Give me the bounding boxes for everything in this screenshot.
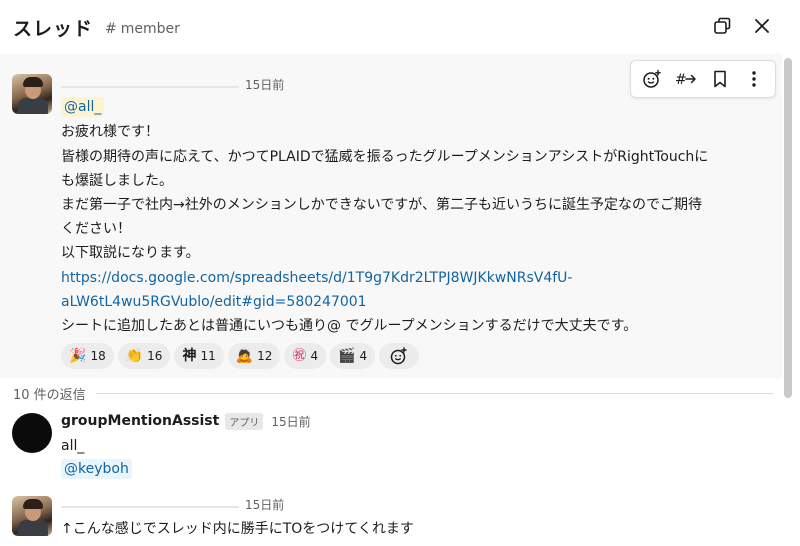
message-line-3: も爆誕しました。 [61,173,173,189]
reply1-timestamp[interactable]: 15日前 [271,413,310,430]
reaction-count: 12 [257,349,273,363]
reaction-count: 4 [359,349,368,363]
thread-title: スレッド [13,17,94,40]
more-actions[interactable] [739,64,769,94]
reaction-bar: 🎉 18 👏 16 神 11 🙇 12 ㊗ 4 🎬 4 [61,343,420,369]
reaction-count: 4 [310,349,319,363]
doc-link-line-1[interactable]: https://docs.google.com/spreadsheets/d/1… [61,266,572,290]
user-avatar[interactable] [12,496,52,536]
close-icon [755,19,769,33]
mention-keyboh[interactable]: @keyboh [61,459,132,479]
reaction-congrats[interactable]: ㊗ 4 [284,343,327,369]
message-line-5: ください！ [61,221,131,237]
message-last-line: シートに追加したあとは普通にいつも通り@ でグループメンションするだけで大丈夫で… [61,318,638,334]
bookmark-icon [714,70,726,88]
add-reaction-icon [390,347,407,365]
add-reaction-button[interactable] [379,343,420,369]
reaction-count: 16 [147,349,163,363]
reply2-name-line: 15日前 [61,495,284,513]
channel-name: member [120,20,180,37]
sender-name[interactable]: groupMentionAssist [61,413,219,429]
bow-icon: 🙇 [235,348,254,364]
hash-icon: # [105,20,117,37]
reply2-timestamp[interactable]: 15日前 [245,496,284,513]
reply1-mention-wrap: @keyboh [61,458,132,479]
reaction-clapper[interactable]: 🎬 4 [330,343,376,369]
mention-all-wrap: @all_ [61,96,105,117]
scrollbar[interactable] [784,58,792,398]
message-line-6: 以下取説になります。 [61,245,200,261]
mention-all[interactable]: @all_ [61,97,105,117]
svg-text:#: # [675,72,687,88]
parent-name-line: 15日前 [61,75,284,93]
user-avatar[interactable] [12,74,52,114]
forward-icon: # [675,72,696,88]
doc-link-line-2[interactable]: aLW6tL4wu5RGVublo/edit#gid=580247001 [61,290,367,314]
reply1-name-line: groupMentionAssist アプリ 15日前 [61,412,311,430]
reaction-kami[interactable]: 神 11 [174,343,224,369]
reaction-clap[interactable]: 👏 16 [117,343,171,369]
reply1-text: all_ [61,438,85,454]
replies-count: 10 件の返信 [13,387,86,403]
thread-header: スレッド # member [0,0,800,54]
popout-button[interactable] [709,13,735,39]
more-icon [752,71,756,87]
clap-icon: 👏 [125,348,144,364]
reaction-party[interactable]: 🎉 18 [61,343,114,369]
message-line-2: 皆様の期待の声に応えて、かつてPLAIDで猛威を振るったグループメンションアシス… [61,149,709,165]
clapper-icon: 🎬 [338,348,356,364]
add-reaction-icon [643,69,661,88]
message-actions-toolbar: # [630,60,776,98]
party-popper-icon: 🎉 [69,348,87,364]
forward-to-channel-action[interactable]: # [671,64,701,94]
add-reaction-action[interactable] [637,64,667,94]
divider [95,392,773,394]
redacted-username [61,86,239,88]
message-line-4: まだ第一子で社内→社外のメンションしかできないですが、第二子も近いうちに誕生予定… [61,197,703,213]
reaction-count: 18 [90,349,106,363]
channel-link[interactable]: # member [105,21,180,37]
kami-icon: 神 [182,348,197,364]
save-action[interactable] [705,64,735,94]
bot-avatar[interactable] [12,413,52,453]
replies-divider: 10 件の返信 [13,383,773,403]
congrats-icon: ㊗ [292,348,307,364]
parent-timestamp[interactable]: 15日前 [245,76,284,93]
reaction-bow[interactable]: 🙇 12 [227,343,281,369]
message-line-1: お疲れ様です！ [61,124,159,140]
reaction-count: 11 [200,349,216,363]
popout-icon [714,17,731,34]
close-button[interactable] [749,13,775,39]
reply2-text: ↑こんな感じでスレッド内に勝手にTOをつけてくれます [61,521,414,537]
redacted-username [61,506,239,508]
app-badge: アプリ [225,412,264,430]
